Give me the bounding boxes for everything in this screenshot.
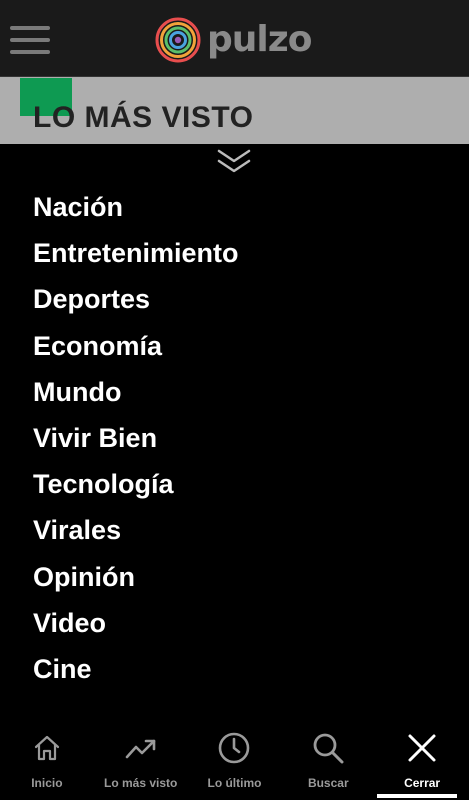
clock-icon [216,730,252,766]
menu-item-tecnologia[interactable]: Tecnología [33,463,239,509]
pulzo-logo[interactable]: pulzo [155,17,312,63]
app-header: pulzo [0,0,469,77]
logo-spiral-icon [155,17,201,63]
nav-label: Cerrar [404,776,441,790]
nav-label: Buscar [307,776,349,790]
menu-item-virales[interactable]: Virales [33,509,239,555]
logo-wordmark: pulzo [207,19,312,60]
menu-item-opinion[interactable]: Opinión [33,556,239,602]
nav-lo-ultimo[interactable]: Lo último [188,718,282,800]
nav-lo-mas-visto[interactable]: Lo más visto [94,718,188,800]
menu-item-entretenimiento[interactable]: Entretenimiento [33,232,239,278]
nav-inicio[interactable]: Inicio [0,718,94,800]
menu-item-nacion[interactable]: Nación [33,186,239,232]
nav-cerrar[interactable]: Cerrar [375,718,469,800]
menu-item-economia[interactable]: Economía [33,325,239,371]
menu-item-vivir-bien[interactable]: Vivir Bien [33,417,239,463]
nav-label: Inicio [31,776,63,790]
most-viewed-banner[interactable]: LO MÁS VISTO [0,77,469,144]
menu-item-video[interactable]: Video [33,602,239,648]
nav-label: Lo más visto [104,776,178,790]
close-icon [404,730,440,766]
section-menu: Nación Entretenimiento Deportes Economía… [33,186,239,694]
nav-buscar[interactable]: Buscar [281,718,375,800]
nav-label: Lo último [207,776,262,790]
trending-icon [123,730,159,766]
menu-item-cine[interactable]: Cine [33,648,239,694]
menu-item-deportes[interactable]: Deportes [33,278,239,324]
bottom-nav: Inicio Lo más visto Lo último Buscar Cer… [0,718,469,800]
hamburger-icon[interactable] [10,26,50,54]
banner-title: LO MÁS VISTO [33,101,254,134]
home-icon [29,730,65,766]
double-chevron-down-icon[interactable] [217,148,251,176]
menu-item-mundo[interactable]: Mundo [33,371,239,417]
search-icon [310,730,346,766]
